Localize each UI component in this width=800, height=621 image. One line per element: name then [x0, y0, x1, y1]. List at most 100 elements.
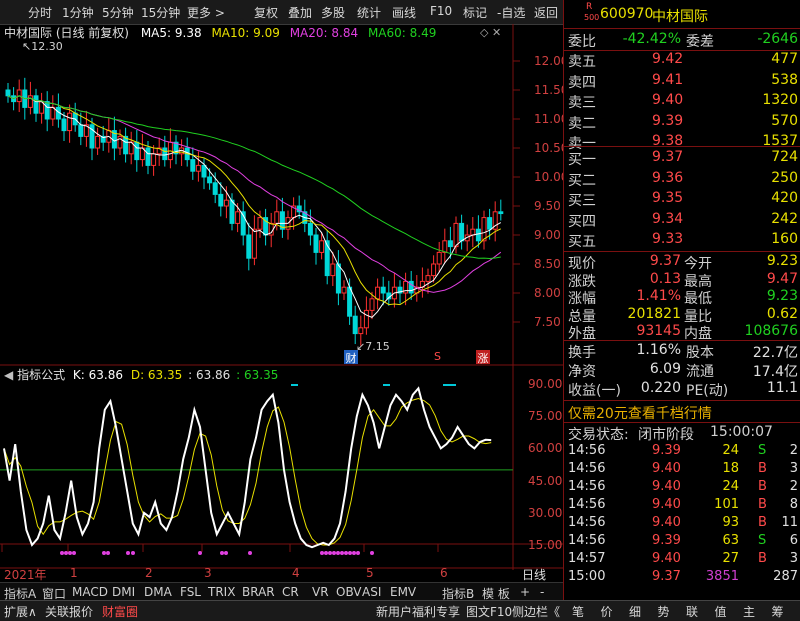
stat-row: 净资 6.09 流通 17.4亿: [564, 360, 800, 380]
indicator-tab[interactable]: MACD: [72, 585, 108, 599]
tab-5min[interactable]: 5分钟: [102, 4, 134, 21]
candle-body: [246, 234, 252, 259]
finance-marker[interactable]: 财: [344, 350, 358, 365]
ask-label: 卖二: [568, 115, 596, 132]
signal-dot: [348, 551, 352, 555]
tick-row: 14:56 9.40 101 B 8: [564, 496, 800, 516]
signal-mark: [443, 384, 450, 386]
promo-row[interactable]: 仅需20元查看千档行情: [564, 400, 800, 423]
expand-button[interactable]: 扩展∧: [4, 603, 37, 620]
indicator-tab[interactable]: DMI: [112, 585, 135, 599]
bid-row[interactable]: 买二 9.36 250: [564, 169, 800, 189]
ask-row[interactable]: 卖三 9.40 1320: [564, 91, 800, 111]
stat-value: 9.47: [766, 270, 798, 287]
candle-body: [330, 263, 336, 277]
candle-body: [335, 263, 341, 294]
tab-fenshi[interactable]: 分时: [28, 4, 52, 21]
f10-graphic-button[interactable]: 图文F10: [466, 603, 512, 620]
tick-time: 14:57: [568, 551, 606, 566]
signal-dot: [64, 551, 68, 555]
indicator-tab[interactable]: VR: [312, 585, 329, 599]
stat-value: 201821: [627, 305, 681, 322]
s-marker[interactable]: S: [434, 350, 441, 363]
tick-row: 15:00 9.37 3851 287: [564, 568, 800, 588]
mark-button[interactable]: 标记: [463, 4, 487, 21]
tab-more[interactable]: 更多 >: [187, 4, 225, 21]
overlay-button[interactable]: 叠加: [288, 4, 312, 21]
limit-up-marker[interactable]: 涨: [476, 350, 490, 365]
indicator-tick: 30.00: [528, 505, 563, 520]
side-tab[interactable]: 笔: [572, 603, 584, 620]
promo-text[interactable]: 仅需20元查看千档行情: [568, 403, 712, 423]
stat-value: 9.23: [766, 253, 798, 269]
tick-volume: 27: [722, 551, 739, 566]
weibi-row: 委比 -42.42% 委差 -2646: [564, 30, 800, 51]
statistics-button[interactable]: 统计: [357, 4, 381, 21]
kline-chart-svg[interactable]: [0, 24, 563, 570]
bid-row[interactable]: 买三 9.35 420: [564, 189, 800, 209]
side-tab[interactable]: 势: [658, 603, 670, 620]
indicator-tab[interactable]: +: [520, 585, 530, 599]
candle-body: [498, 211, 504, 215]
side-tab[interactable]: 联: [686, 603, 698, 620]
candle-body: [78, 124, 84, 137]
tick-volume: 101: [714, 497, 739, 512]
bid-row[interactable]: 买五 9.33 160: [564, 230, 800, 250]
indicator-tab[interactable]: BRAR: [242, 585, 275, 599]
trade-status-value: 闭市阶段: [638, 427, 694, 443]
ask-row[interactable]: 卖二 9.39 570: [564, 112, 800, 132]
bid-volume: 242: [771, 210, 798, 227]
indicator-tab[interactable]: -: [540, 585, 544, 599]
stock-code[interactable]: 600970: [600, 6, 653, 22]
draw-line-button[interactable]: 画线: [392, 4, 416, 21]
signal-dot: [344, 551, 348, 555]
f10-button[interactable]: F10: [430, 4, 452, 18]
back-button[interactable]: 返回: [534, 4, 558, 21]
side-tab[interactable]: 主: [743, 603, 755, 620]
indicator-tick: 15.00: [528, 538, 563, 552]
side-tab[interactable]: 价: [601, 603, 613, 620]
candle-body: [453, 222, 459, 248]
date-label: 1: [70, 566, 78, 580]
signal-dot: [248, 551, 252, 555]
sidebar-toggle-button[interactable]: 侧边栏《: [512, 603, 560, 620]
add-favorite-button[interactable]: -自选: [497, 4, 525, 21]
indicator-expand-icon[interactable]: ◀: [4, 368, 13, 382]
tab-1min[interactable]: 1分钟: [62, 4, 94, 21]
period-label[interactable]: 日线: [522, 566, 546, 583]
multi-stock-button[interactable]: 多股: [321, 4, 345, 21]
tick-time: 14:56: [568, 497, 606, 512]
ask-row[interactable]: 卖五 9.42 477: [564, 50, 800, 70]
tab-15min[interactable]: 15分钟: [141, 4, 180, 21]
restore-rights-button[interactable]: 复权: [254, 4, 278, 21]
indicator-tab[interactable]: TRIX: [208, 585, 235, 599]
indicator-tab[interactable]: CR: [282, 585, 299, 599]
indicator-tab[interactable]: FSL: [180, 585, 201, 599]
indicator-tab[interactable]: ASI: [362, 585, 381, 599]
ask-label: 卖五: [568, 54, 596, 70]
indicator-tab[interactable]: EMV: [390, 585, 416, 599]
wealth-circle-button[interactable]: 财富圈: [102, 603, 138, 620]
indicator-tab[interactable]: DMA: [144, 585, 172, 599]
stat-row: 收益(一) 0.220 PE(动) 11.1: [564, 379, 800, 399]
signal-dot: [324, 551, 328, 555]
tick-volume: 93: [722, 515, 739, 530]
stock-name[interactable]: 中材国际: [652, 6, 708, 26]
candle-body: [44, 101, 50, 120]
chart-controls-icon[interactable]: ◇ ✕: [480, 26, 501, 39]
side-tab[interactable]: 细: [629, 603, 641, 620]
tick-time: 14:56: [568, 533, 606, 548]
ask-price: 9.40: [652, 92, 684, 108]
related-quote-button[interactable]: 关联报价: [45, 603, 93, 620]
new-user-button[interactable]: 新用户福利专享: [376, 603, 460, 620]
side-tab[interactable]: 筹: [772, 603, 784, 620]
bid-row[interactable]: 买四 9.34 242: [564, 210, 800, 230]
bid-row[interactable]: 买一 9.37 724: [564, 148, 800, 168]
tick-price: 9.40: [652, 515, 681, 530]
ask-volume: 477: [771, 51, 798, 67]
indicator-title[interactable]: 指标公式: [17, 368, 65, 382]
side-tab[interactable]: 值: [715, 603, 727, 620]
ask-row[interactable]: 卖四 9.41 538: [564, 71, 800, 91]
indicator-tab[interactable]: OBV: [336, 585, 362, 599]
kline-chart-area[interactable]: 中材国际 (日线 前复权) MA5: 9.38 MA10: 9.09 MA20:…: [0, 24, 568, 582]
